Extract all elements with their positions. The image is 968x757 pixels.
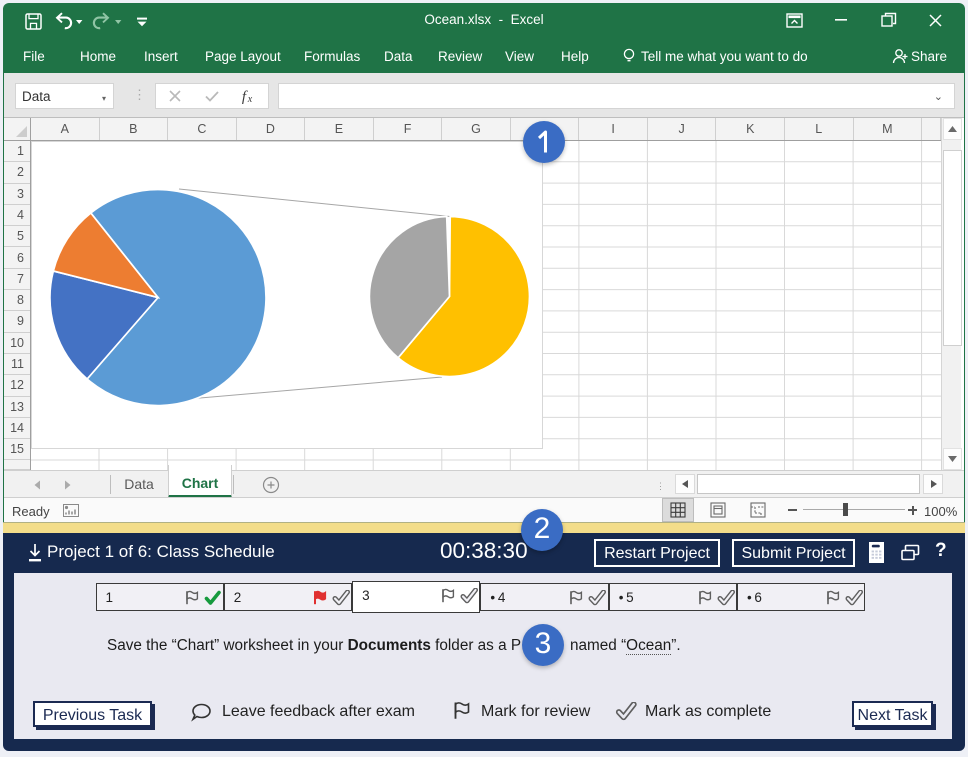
svg-text:x: x xyxy=(247,94,253,105)
